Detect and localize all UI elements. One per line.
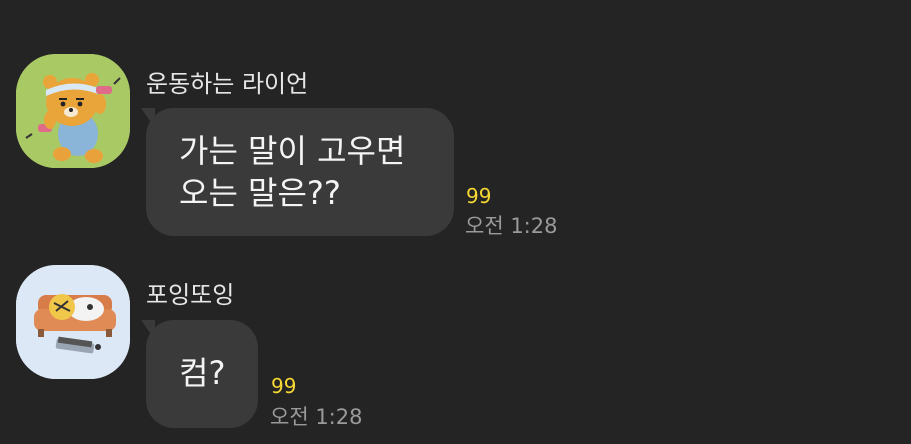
message-bubble[interactable]: 컴? — [146, 320, 258, 428]
message-text-line: 컴? — [179, 354, 226, 392]
sleeping-on-couch-avatar-icon[interactable] — [16, 265, 130, 379]
timestamp: 오전 1:28 — [270, 405, 363, 429]
unread-count: 99 — [271, 374, 297, 398]
message-group: 포잉또잉 컴? 99 오전 1:28 — [0, 0, 911, 444]
sender-name: 포잉또잉 — [146, 281, 235, 309]
